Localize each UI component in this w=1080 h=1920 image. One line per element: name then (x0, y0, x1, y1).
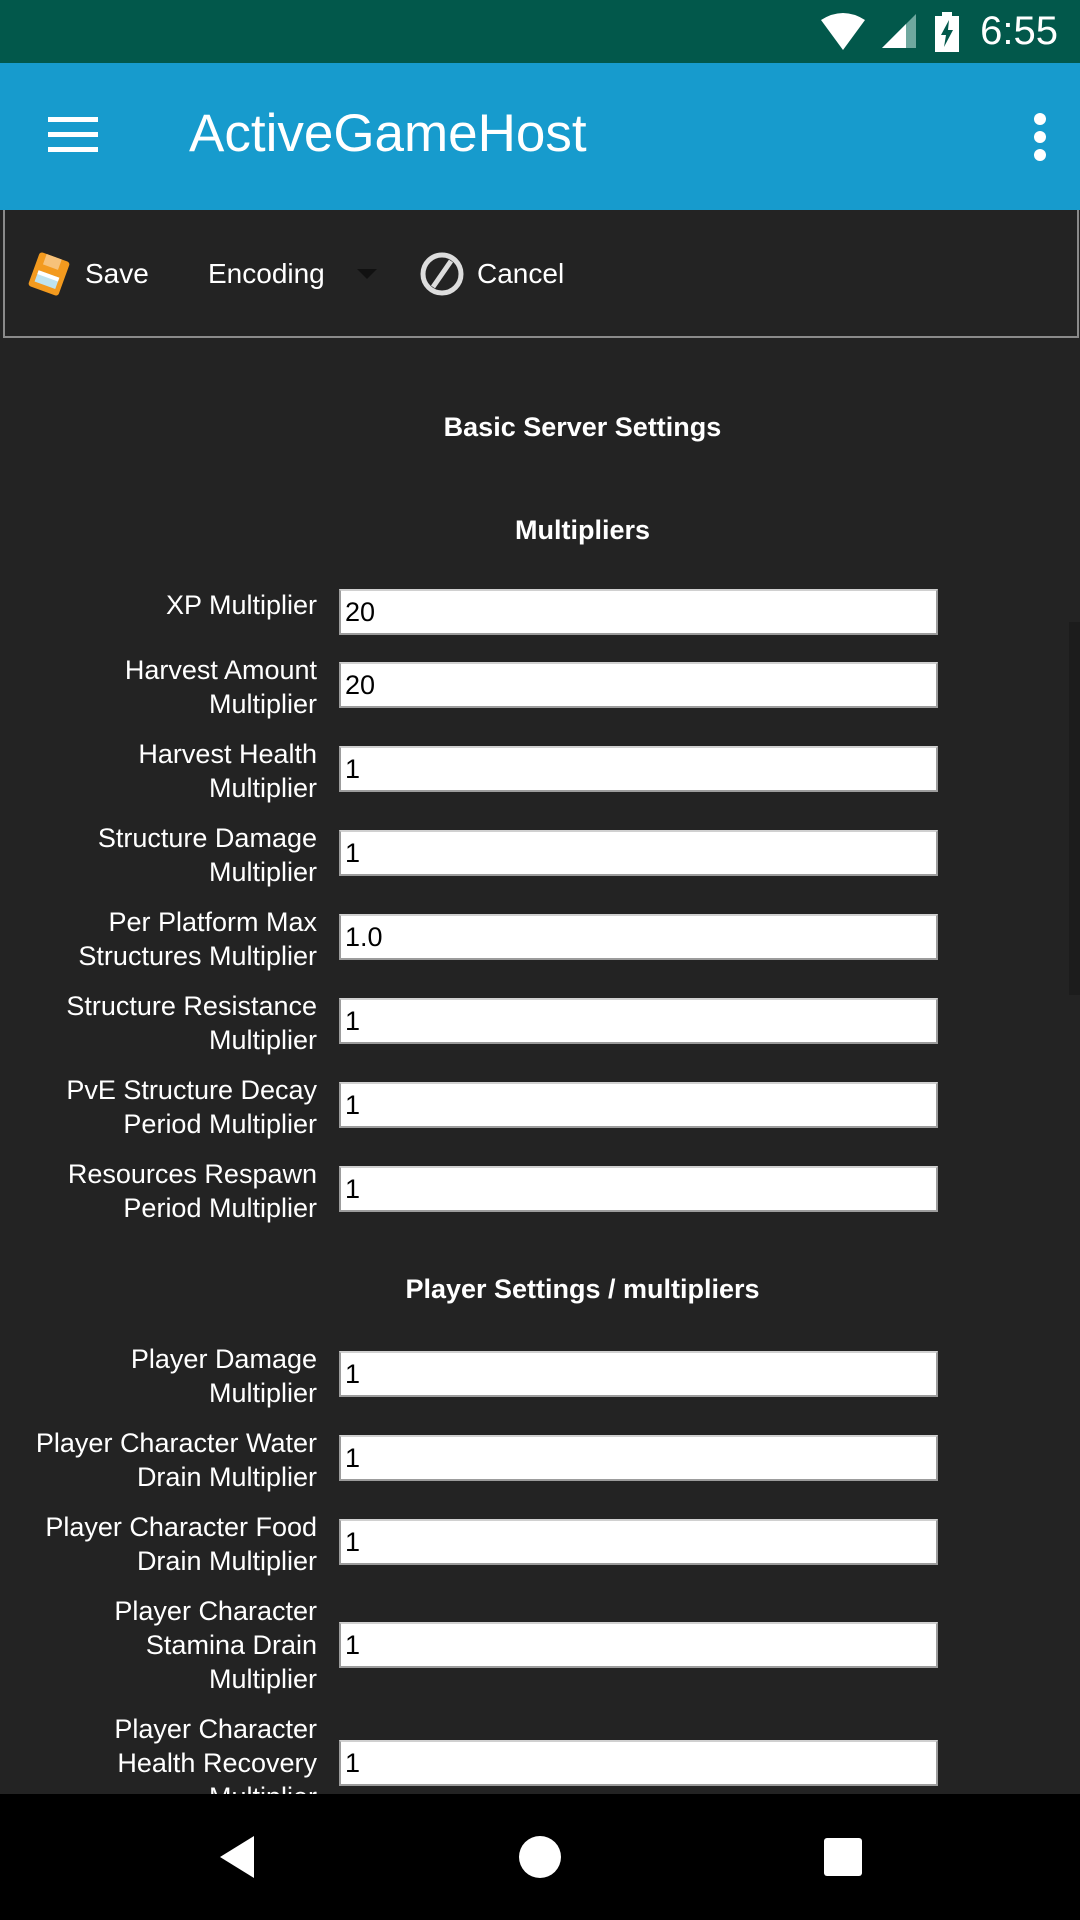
label-harvest-health-multiplier: Harvest Health Multiplier (138, 739, 317, 803)
structure-resistance-multiplier-input[interactable] (339, 998, 938, 1044)
app-title: ActiveGameHost (189, 104, 587, 163)
editor-toolbar: Save Encoding Cancel (3, 210, 1079, 338)
cancel-button[interactable]: Cancel (419, 252, 564, 296)
cancel-prohibited-icon (420, 252, 464, 296)
navigation-bar (0, 1794, 1080, 1920)
label-xp-multiplier: XP Multiplier (165, 590, 317, 620)
label-structure-damage-multiplier: Structure Damage Multiplier (97, 823, 317, 887)
status-bar: 6:55 (0, 0, 1080, 63)
label-per-platform-max-structures-multiplier: Per Platform Max Structures Multiplier (78, 907, 317, 971)
player-food-drain-multiplier-input[interactable] (339, 1519, 938, 1565)
battery-charging-icon (935, 11, 960, 52)
harvest-health-multiplier-input[interactable] (339, 746, 938, 792)
cell-signal-icon (882, 13, 917, 48)
encoding-label: Encoding (208, 258, 325, 289)
player-damage-multiplier-input[interactable] (339, 1351, 938, 1397)
wifi-icon (821, 12, 866, 50)
player-water-drain-multiplier-input[interactable] (339, 1435, 938, 1481)
save-button[interactable]: Save (27, 252, 149, 296)
home-icon[interactable] (515, 1832, 565, 1882)
pve-structure-decay-period-multiplier-input[interactable] (339, 1082, 938, 1128)
label-player-damage-multiplier: Player Damage Multiplier (130, 1344, 317, 1408)
label-pve-structure-decay-period-multiplier: PvE Structure Decay Period Multiplier (66, 1075, 317, 1139)
label-player-water-drain-multiplier: Player Character Water Drain Multiplier (35, 1428, 317, 1492)
structure-damage-multiplier-input[interactable] (339, 830, 938, 876)
label-resources-respawn-period-multiplier: Resources Respawn Period Multiplier (67, 1159, 317, 1223)
label-player-food-drain-multiplier: Player Character Food Drain Multiplier (45, 1512, 317, 1576)
recents-icon[interactable] (818, 1832, 868, 1882)
label-player-stamina-drain-multiplier: Player Character Stamina Drain Multiplie… (114, 1596, 317, 1694)
clock: 6:55 (980, 9, 1058, 53)
floppy-disk-icon (28, 252, 70, 296)
back-icon[interactable] (212, 1832, 262, 1882)
label-player-health-recovery-multiplier: Player Character Health Recovery Multipl… (114, 1714, 317, 1794)
cancel-label: Cancel (477, 258, 565, 289)
section-title-basic: Basic Server Settings (443, 412, 722, 442)
settings-form: Basic Server Settings Multipliers XP Mul… (0, 338, 1080, 1794)
scrollbar-thumb[interactable] (1069, 622, 1080, 995)
label-harvest-amount-multiplier: Harvest Amount Multiplier (124, 655, 317, 719)
player-health-recovery-multiplier-input[interactable] (339, 1740, 938, 1786)
app-bar: ActiveGameHost (0, 63, 1080, 210)
xp-multiplier-input[interactable] (339, 589, 938, 635)
dropdown-caret-icon (356, 269, 377, 279)
overflow-menu-icon[interactable] (1030, 113, 1050, 161)
per-platform-max-structures-multiplier-input[interactable] (339, 914, 938, 960)
encoding-dropdown[interactable]: Encoding (208, 252, 377, 296)
section-title-multipliers: Multipliers (514, 515, 650, 545)
label-structure-resistance-multiplier: Structure Resistance Multiplier (66, 991, 317, 1055)
resources-respawn-period-multiplier-input[interactable] (339, 1166, 938, 1212)
hamburger-menu-icon[interactable] (48, 117, 98, 153)
section-title-player-settings: Player Settings / multipliers (405, 1274, 760, 1304)
save-label: Save (85, 258, 149, 289)
player-stamina-drain-multiplier-input[interactable] (339, 1622, 938, 1668)
harvest-amount-multiplier-input[interactable] (339, 662, 938, 708)
